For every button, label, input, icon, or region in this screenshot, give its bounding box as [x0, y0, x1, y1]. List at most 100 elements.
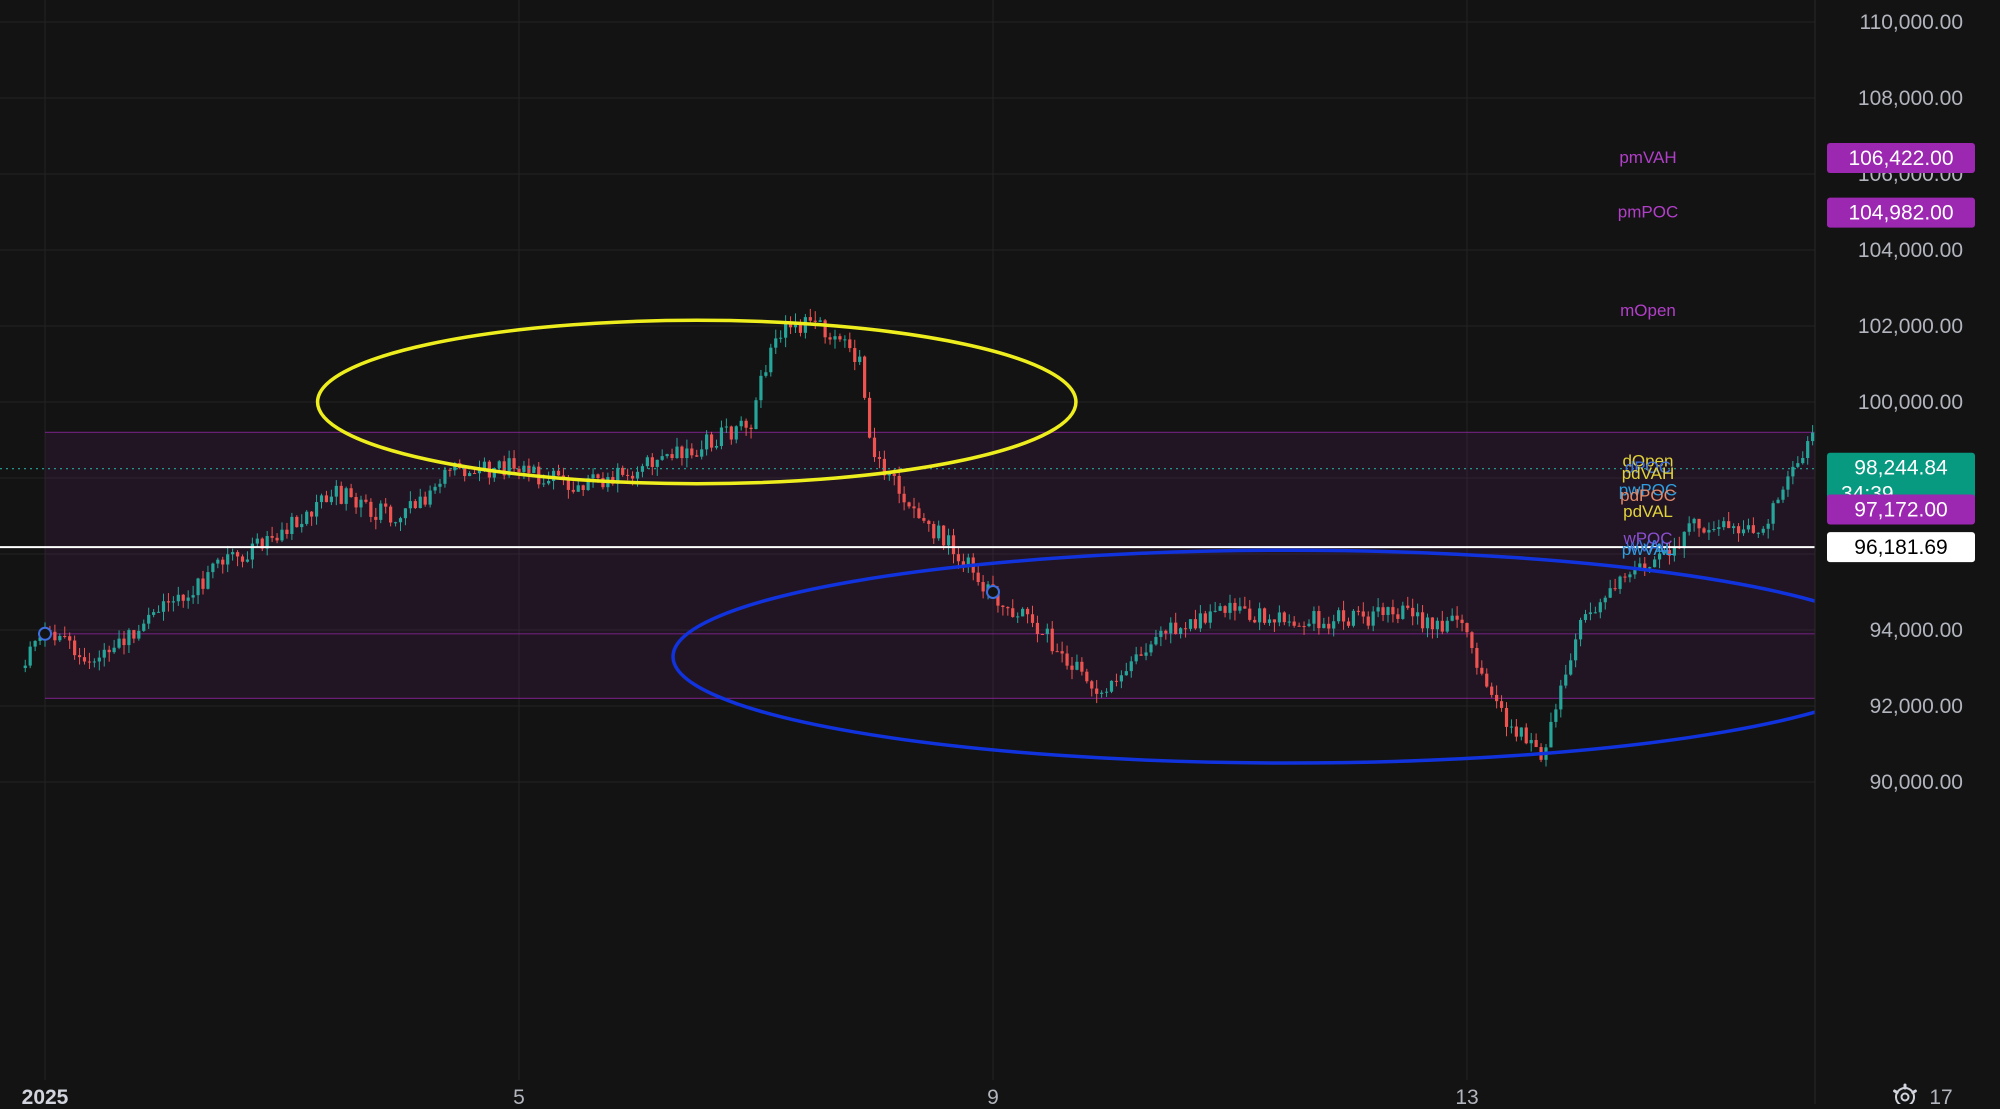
- candle: [705, 434, 709, 450]
- candle: [1174, 622, 1178, 635]
- price-chart[interactable]: pmVAHpmPOCmOpendOpendPOCpdVAHpwPOCpdPOCp…: [0, 0, 2000, 1109]
- candle: [1396, 614, 1400, 619]
- y-tick-label: 90,000.00: [1870, 771, 1963, 794]
- candle: [152, 612, 156, 615]
- candle: [1653, 559, 1657, 568]
- candle: [1682, 531, 1686, 549]
- candle: [226, 554, 230, 565]
- candle: [719, 427, 724, 446]
- candle: [191, 595, 195, 598]
- candle: [1485, 673, 1489, 687]
- candle: [556, 470, 561, 476]
- candle: [132, 630, 136, 639]
- candle: [369, 501, 373, 517]
- candle: [1504, 707, 1509, 727]
- candle: [764, 372, 768, 376]
- candle: [1766, 523, 1770, 529]
- candle: [591, 474, 595, 479]
- x-tick-label: 17: [1929, 1086, 1952, 1104]
- pdval-badge-text: 97,172.00: [1854, 498, 1947, 521]
- candle: [1065, 653, 1069, 666]
- candle: [1786, 476, 1790, 490]
- candle: [1248, 608, 1252, 620]
- y-tick-label: 110,000.00: [1859, 11, 1963, 34]
- candle: [1411, 607, 1415, 617]
- candle: [28, 646, 32, 666]
- candle: [1040, 633, 1044, 635]
- candle: [892, 473, 896, 476]
- candle: [472, 473, 477, 475]
- candle: [1006, 607, 1010, 609]
- candle: [1578, 619, 1583, 640]
- candle: [1228, 602, 1232, 613]
- candle: [1218, 606, 1222, 611]
- candle: [1223, 606, 1227, 613]
- candle: [1781, 489, 1785, 500]
- candle: [1509, 726, 1514, 728]
- candle: [1277, 612, 1281, 623]
- level-label-pwval: pwVAL: [1622, 540, 1675, 559]
- candle: [33, 640, 37, 647]
- candle: [201, 578, 205, 589]
- candle: [1741, 529, 1746, 534]
- candle: [1351, 610, 1356, 626]
- candle: [354, 497, 358, 508]
- candle: [917, 508, 921, 519]
- candle: [497, 461, 501, 469]
- candle: [122, 638, 126, 646]
- x-tick-label: 2025: [22, 1086, 69, 1104]
- candle: [1001, 605, 1005, 608]
- candle: [1608, 588, 1612, 598]
- candle: [897, 475, 901, 494]
- candle: [571, 489, 575, 492]
- candle: [700, 449, 704, 457]
- candle: [142, 623, 146, 631]
- candle: [1692, 518, 1696, 524]
- pmvah-badge-text: 106,422.00: [1848, 147, 1953, 170]
- candle: [423, 496, 427, 505]
- candle: [1598, 602, 1602, 613]
- chart-area[interactable]: pmVAH pmPOC mOpen dOpen dPOC pdVAH pwPOC pdPOC p…: [0, 0, 2000, 1109]
- candle: [1450, 615, 1454, 621]
- candle: [1475, 647, 1479, 668]
- candle: [147, 614, 151, 624]
- candle: [1811, 432, 1815, 442]
- candle: [1613, 588, 1617, 590]
- candle: [240, 556, 245, 562]
- candle: [858, 356, 862, 363]
- candle: [1569, 660, 1573, 675]
- candle: [1134, 654, 1138, 662]
- candle: [68, 636, 72, 641]
- candle: [58, 636, 62, 641]
- candle: [823, 320, 827, 338]
- candle: [714, 445, 719, 448]
- candle: [1045, 628, 1049, 635]
- candle: [709, 434, 714, 448]
- x-tick-label: 13: [1455, 1086, 1478, 1104]
- candle: [863, 356, 867, 398]
- candle: [1722, 521, 1726, 528]
- candle: [1386, 607, 1390, 615]
- candle: [1480, 667, 1484, 674]
- candle: [1796, 463, 1800, 467]
- candle: [1801, 457, 1805, 464]
- candle: [1129, 661, 1133, 672]
- candle: [379, 503, 383, 520]
- candle: [838, 336, 842, 340]
- candle: [630, 475, 635, 479]
- candle: [1050, 628, 1054, 652]
- candle: [398, 518, 403, 523]
- candle: [1366, 616, 1370, 626]
- candle: [1425, 617, 1430, 629]
- candle: [1588, 612, 1593, 615]
- candle: [843, 339, 847, 341]
- candle: [206, 572, 210, 589]
- candle: [1465, 623, 1469, 633]
- candle: [1124, 671, 1128, 676]
- candle: [769, 347, 773, 373]
- horizontal-line-badge-text: 96,181.69: [1854, 536, 1947, 559]
- candle: [670, 454, 674, 458]
- level-label-mopen: mOpen: [1620, 301, 1676, 320]
- y-tick-label: 100,000.00: [1858, 391, 1963, 414]
- candle: [344, 488, 348, 504]
